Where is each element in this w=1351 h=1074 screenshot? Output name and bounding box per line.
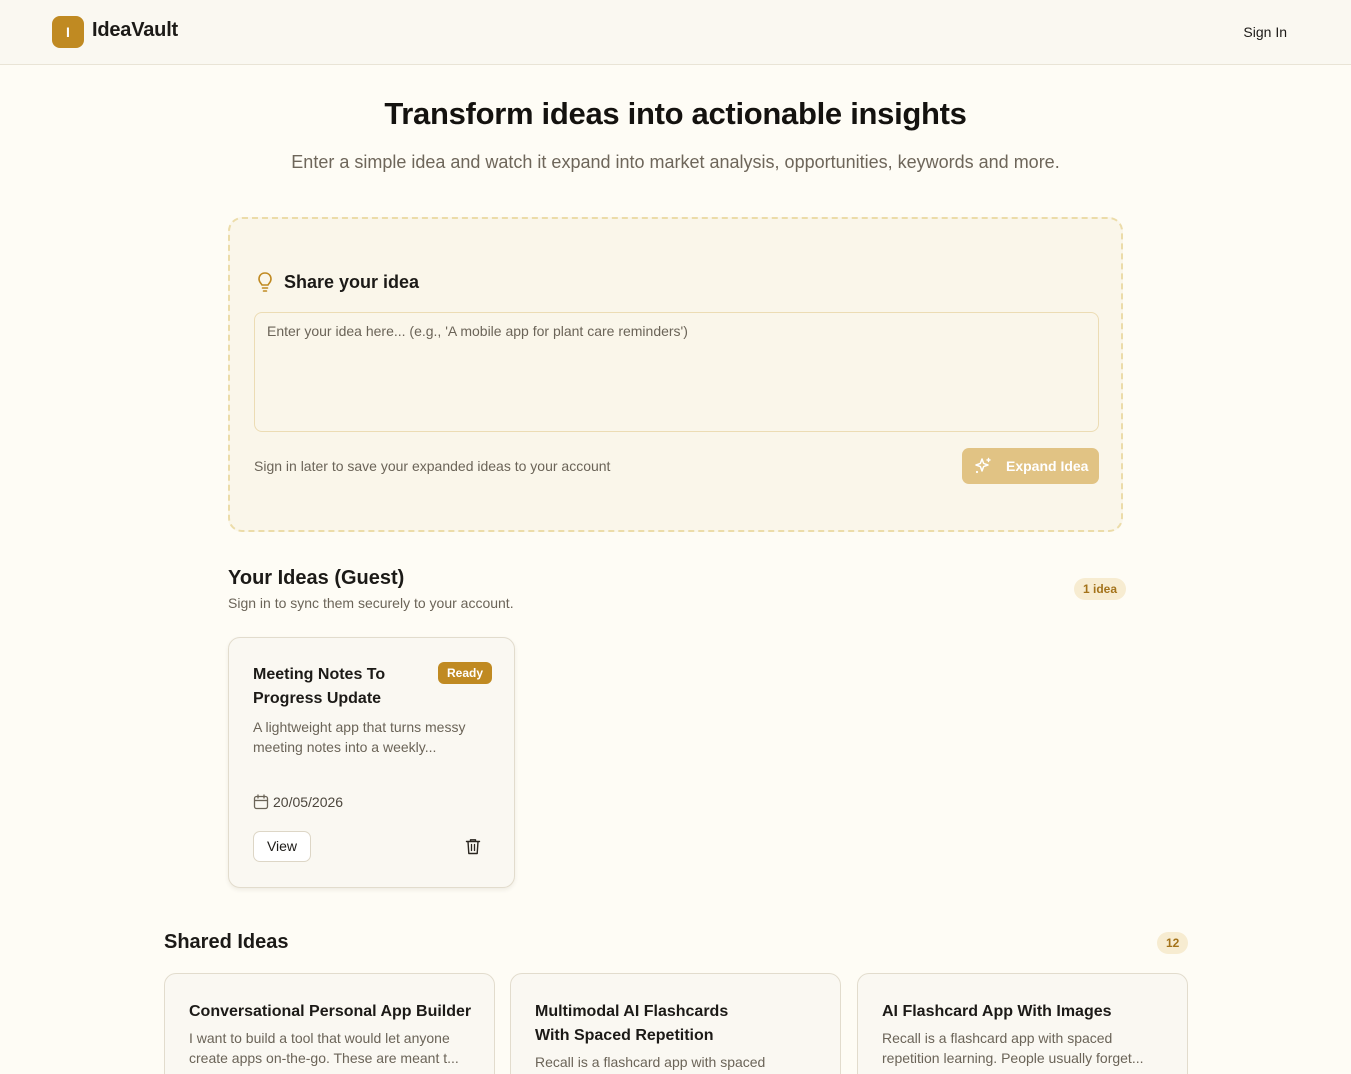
- top-bar: I IdeaVault Sign In: [0, 0, 1351, 65]
- shared-idea-title: AI Flashcard App With Images: [882, 1003, 1112, 1020]
- your-ideas-title: Your Ideas (Guest): [228, 567, 405, 589]
- shared-idea-description: I want to build a tool that would let an…: [189, 1030, 459, 1066]
- shared-idea-card[interactable]: Multimodal AI Flashcards With Spaced Rep…: [510, 973, 841, 1074]
- sign-in-link[interactable]: Sign In: [1243, 24, 1287, 40]
- shared-idea-card[interactable]: AI Flashcard App With Images Recall is a…: [857, 973, 1188, 1074]
- shared-idea-description: Recall is a flashcard app with spaced: [535, 1054, 766, 1070]
- app-name[interactable]: IdeaVault: [92, 19, 178, 42]
- shared-idea-title: Conversational Personal App Builder: [189, 1003, 472, 1020]
- trash-icon[interactable]: [465, 838, 481, 855]
- shared-idea-card[interactable]: Conversational Personal App Builder I wa…: [164, 973, 495, 1074]
- shared-idea-description: Recall is a flashcard app with spaced re…: [882, 1030, 1144, 1066]
- idea-composer: Share your idea Sign in later to save yo…: [228, 217, 1123, 532]
- page-subtitle: Enter a simple idea and watch it expand …: [291, 152, 1060, 172]
- expand-idea-label: Expand Idea: [1006, 458, 1089, 474]
- composer-title: Share your idea: [284, 272, 420, 292]
- page-title: Transform ideas into actionable insights: [384, 96, 967, 131]
- idea-input[interactable]: [254, 312, 1099, 432]
- idea-card[interactable]: Meeting Notes To Progress Update Ready A…: [228, 637, 515, 888]
- your-ideas-count-badge: 1 idea: [1074, 578, 1127, 600]
- composer-hint: Sign in later to save your expanded idea…: [254, 458, 611, 474]
- idea-card-date: 20/05/2026: [273, 794, 344, 810]
- logo-badge[interactable]: I: [52, 16, 84, 48]
- sparkles-icon: [975, 457, 991, 474]
- your-ideas-subtitle: Sign in to sync them securely to your ac…: [228, 595, 514, 611]
- lightbulb-icon: [258, 272, 272, 292]
- calendar-icon: [253, 794, 269, 810]
- shared-idea-title: Multimodal AI Flashcards With Spaced Rep…: [535, 1003, 729, 1044]
- expand-idea-button[interactable]: Expand Idea: [962, 448, 1099, 484]
- shared-ideas-count-badge: 12: [1157, 932, 1189, 954]
- idea-card-title: Meeting Notes To Progress Update: [253, 666, 386, 707]
- view-button[interactable]: View: [253, 831, 311, 862]
- shared-ideas-title: Shared Ideas: [164, 931, 289, 953]
- idea-card-description: A lightweight app that turns messy meeti…: [253, 719, 466, 755]
- status-badge: Ready: [438, 662, 493, 684]
